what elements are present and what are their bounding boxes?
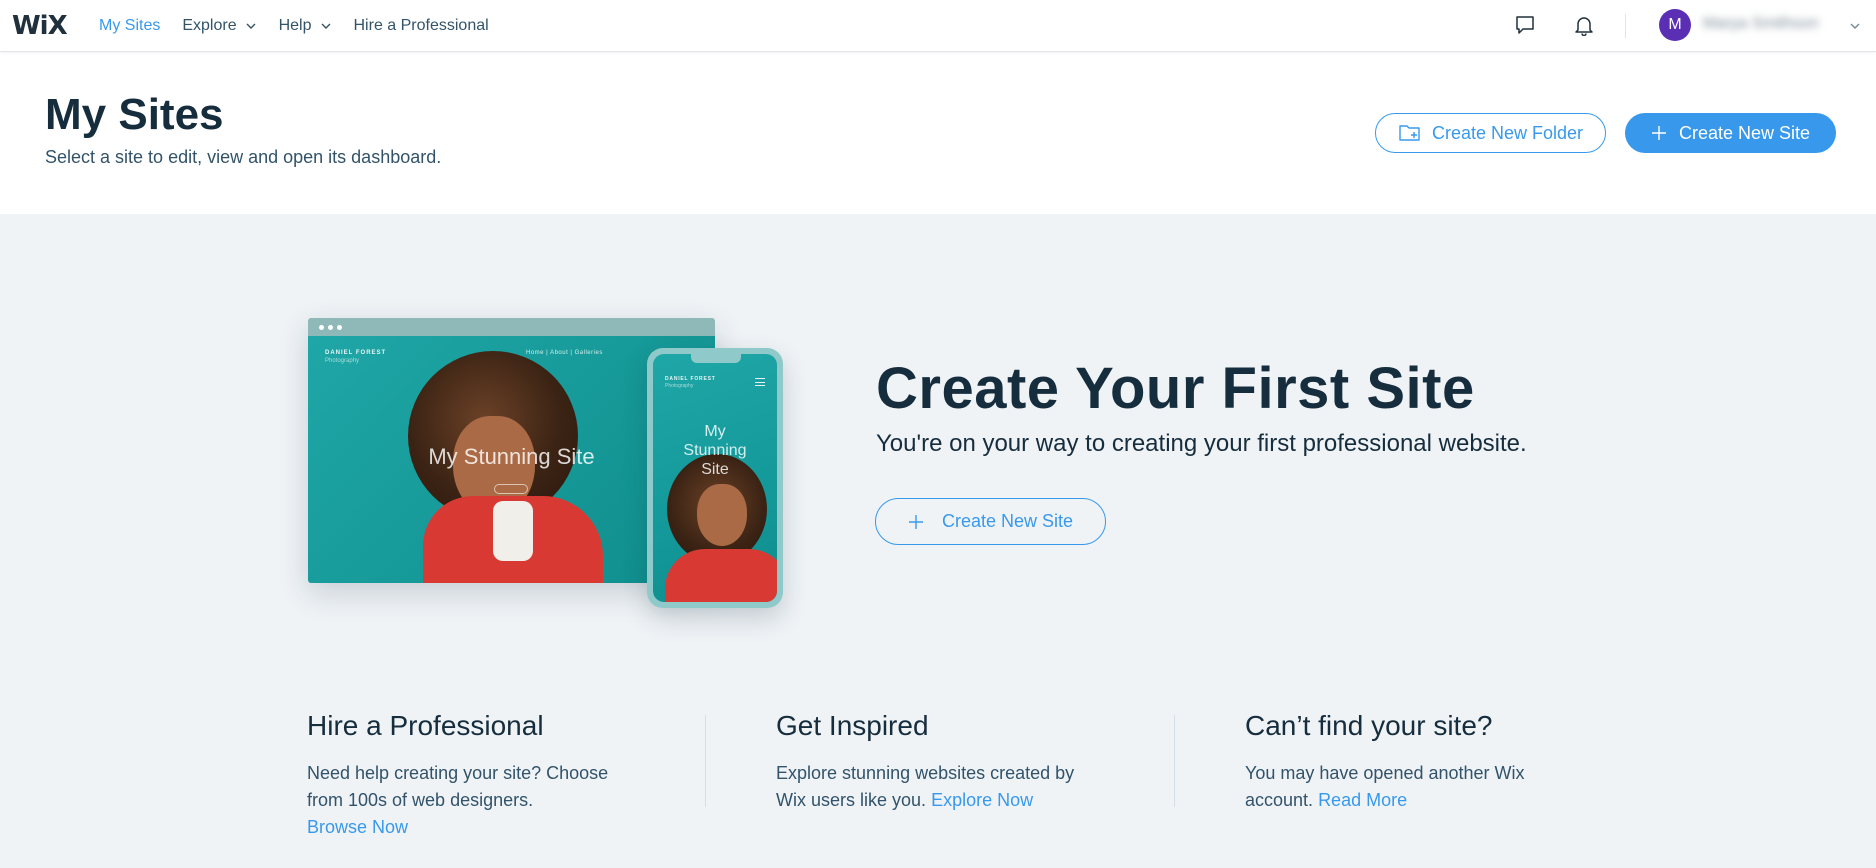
create-new-folder-button[interactable]: Create New Folder: [1375, 113, 1606, 153]
plus-icon: [908, 514, 923, 529]
nav-help-label: Help: [278, 17, 312, 34]
preview-menu: Home | About | Galleries: [526, 350, 603, 356]
hero-create-new-site-label: Create New Site: [941, 511, 1074, 531]
explore-now-link[interactable]: Explore Now: [931, 790, 1033, 810]
browse-now-link[interactable]: Browse Now: [307, 817, 408, 837]
chevron-down-icon[interactable]: [1849, 20, 1861, 32]
browser-bar: [308, 318, 715, 336]
nav-hire-professional-label: Hire a Professional: [353, 17, 489, 34]
hero-subtitle: You're on your way to creating your firs…: [876, 430, 1527, 457]
top-nav-bar: WiX My Sites Explore Help Hire a Profess…: [0, 0, 1876, 52]
nav-my-sites-label: My Sites: [99, 17, 161, 34]
hamburger-menu-icon: [755, 378, 765, 386]
cant-find-site-title: Can’t find your site?: [1245, 710, 1493, 741]
get-inspired-title: Get Inspired: [776, 710, 929, 741]
cant-find-site-text: You may have opened another Wix account.…: [1245, 760, 1575, 814]
nav-help[interactable]: Help: [268, 0, 343, 52]
mobile-preview: DANIEL FOREST Photography My Stunning Si…: [647, 348, 783, 608]
page-title: My Sites: [45, 90, 224, 139]
avatar[interactable]: M: [1659, 9, 1691, 41]
wix-logo[interactable]: WiX: [12, 11, 68, 41]
cant-find-site-section: Can’t find your site? You may have opene…: [1245, 710, 1605, 814]
get-inspired-section: Get Inspired Explore stunning websites c…: [776, 710, 1136, 814]
page-subtitle: Select a site to edit, view and open its…: [45, 147, 442, 167]
folder-add-icon: [1399, 125, 1420, 141]
nav-hire-professional[interactable]: Hire a Professional: [343, 0, 500, 52]
mobile-preview-image: DANIEL FOREST Photography My Stunning Si…: [653, 354, 777, 602]
create-new-folder-label: Create New Folder: [1431, 122, 1584, 143]
hire-professional-section: Hire a Professional Need help creating y…: [307, 710, 667, 841]
hire-professional-description: Need help creating your site? Choose fro…: [307, 763, 609, 810]
read-more-link[interactable]: Read More: [1318, 790, 1407, 810]
user-name[interactable]: Marya Smithson: [1703, 15, 1843, 33]
avatar-initial: M: [1668, 16, 1682, 33]
hire-professional-title: Hire a Professional: [307, 710, 544, 741]
main-nav: My Sites Explore Help Hire a Professiona…: [88, 0, 500, 52]
bell-icon[interactable]: [1572, 13, 1596, 37]
column-divider: [705, 715, 706, 807]
get-inspired-text: Explore stunning websites created by Wix…: [776, 760, 1106, 814]
preview-brand-sub: Photography: [325, 358, 360, 364]
mobile-preview-brand: DANIEL FOREST: [665, 376, 716, 382]
plus-icon: [1651, 126, 1666, 140]
hero-create-new-site-button[interactable]: Create New Site: [875, 498, 1106, 545]
create-new-site-label: Create New Site: [1678, 122, 1811, 143]
nav-my-sites[interactable]: My Sites: [88, 0, 171, 52]
hero-title: Create Your First Site: [876, 356, 1475, 421]
mobile-preview-site-name: My Stunning Site: [683, 423, 747, 478]
nav-explore-label: Explore: [182, 17, 237, 34]
site-preview-illustration: DANIEL FOREST Photography Home | About |…: [308, 318, 783, 608]
column-divider: [1174, 715, 1175, 807]
mobile-preview-brand-sub: Photography: [665, 383, 694, 389]
hire-professional-text: Need help creating your site? Choose fro…: [307, 760, 637, 841]
chat-icon[interactable]: [1513, 13, 1537, 37]
nav-explore[interactable]: Explore: [171, 0, 267, 52]
create-new-site-button[interactable]: Create New Site: [1625, 113, 1836, 153]
chevron-down-icon: [321, 23, 330, 29]
nav-divider: [1625, 14, 1626, 38]
preview-brand: DANIEL FOREST: [325, 350, 387, 356]
chevron-down-icon: [246, 23, 256, 29]
